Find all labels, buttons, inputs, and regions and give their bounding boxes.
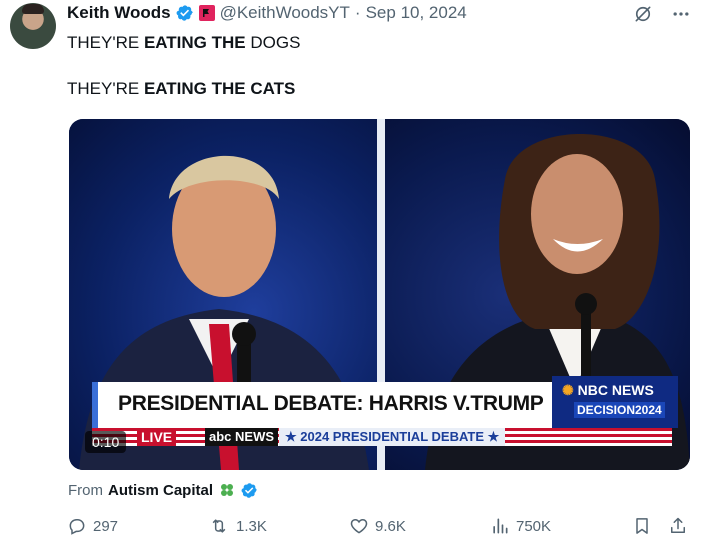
verified-badge-icon xyxy=(176,4,194,22)
tweet-line-1-part-a: THEY'RE xyxy=(67,33,144,52)
grok-icon[interactable] xyxy=(633,4,653,24)
nbc-news-box: ✺ NBC NEWS DECISION2024 xyxy=(552,376,678,428)
tweet-line-2-part-a: THEY'RE xyxy=(67,79,144,98)
author-name[interactable]: Keith Woods xyxy=(67,3,171,23)
video-player[interactable]: PRESIDENTIAL DEBATE: HARRIS V.TRUMP ✺ NB… xyxy=(69,119,690,470)
peacock-icon: ✺ xyxy=(562,382,574,398)
nbc-news-logo: ✺ NBC NEWS xyxy=(562,382,654,399)
share-button[interactable] xyxy=(668,516,688,536)
view-count: 750K xyxy=(516,517,552,535)
views-icon xyxy=(493,518,508,534)
reply-count: 297 xyxy=(93,517,119,535)
tweet-line-2: THEY'RE EATING THE CATS xyxy=(67,77,300,100)
live-label: LIVE xyxy=(137,428,177,446)
affiliate-badge-icon xyxy=(198,5,215,21)
video-source-attribution: From Autism Capital xyxy=(68,481,258,499)
video-timer: 0:10 xyxy=(85,431,127,453)
share-icon xyxy=(671,517,685,533)
clover-icon xyxy=(218,481,236,499)
repost-icon xyxy=(212,519,226,533)
tweet-text: THEY'RE EATING THE DOGS THEY'RE EATING T… xyxy=(67,31,300,100)
tweet-line-2-bold: EATING THE CATS xyxy=(143,79,296,98)
source-verified-badge-icon xyxy=(241,482,258,499)
ticker-text: ★ 2024 PRESIDENTIAL DEBATE ★ xyxy=(279,428,506,446)
bookmark-button[interactable] xyxy=(632,516,652,536)
heart-icon xyxy=(350,518,368,534)
reply-icon xyxy=(69,519,85,535)
abc-news-logo: abc NEWS xyxy=(205,428,279,446)
reply-button[interactable]: 297 xyxy=(67,516,118,536)
nbc-news-label: NBC NEWS xyxy=(577,382,654,398)
repost-button[interactable]: 1.3K xyxy=(208,516,267,536)
tweet-header: Keith Woods @KeithWoodsYT · Sep 10, 2024 xyxy=(67,3,467,23)
views-button[interactable]: 750K xyxy=(490,516,551,536)
source-account-name[interactable]: Autism Capital xyxy=(108,482,213,499)
author-handle[interactable]: @KeithWoodsYT xyxy=(220,3,350,23)
debate-lower-third: PRESIDENTIAL DEBATE: HARRIS V.TRUMP ✺ NB… xyxy=(92,376,678,428)
like-count: 9.6K xyxy=(375,517,406,535)
decision-2024-label: DECISION2024 xyxy=(574,402,665,418)
author-avatar[interactable] xyxy=(10,3,56,49)
from-prefix: From xyxy=(68,481,103,499)
tweet-action-bar: 297 1.3K 9.6K 750K xyxy=(67,516,697,538)
bookmark-icon xyxy=(636,518,648,534)
top-right-icons xyxy=(633,4,691,24)
debate-headline: PRESIDENTIAL DEBATE: HARRIS V.TRUMP xyxy=(118,392,544,415)
tweet-line-1: THEY'RE EATING THE DOGS xyxy=(67,31,300,54)
header-separator: · xyxy=(354,3,361,22)
repost-count: 1.3K xyxy=(236,517,267,535)
tweet-line-1-bold: EATING THE xyxy=(143,33,246,52)
more-options-icon[interactable] xyxy=(671,4,691,24)
like-button[interactable]: 9.6K xyxy=(349,516,406,536)
post-date[interactable]: Sep 10, 2024 xyxy=(366,3,467,23)
tweet-line-1-part-c: DOGS xyxy=(245,33,301,52)
